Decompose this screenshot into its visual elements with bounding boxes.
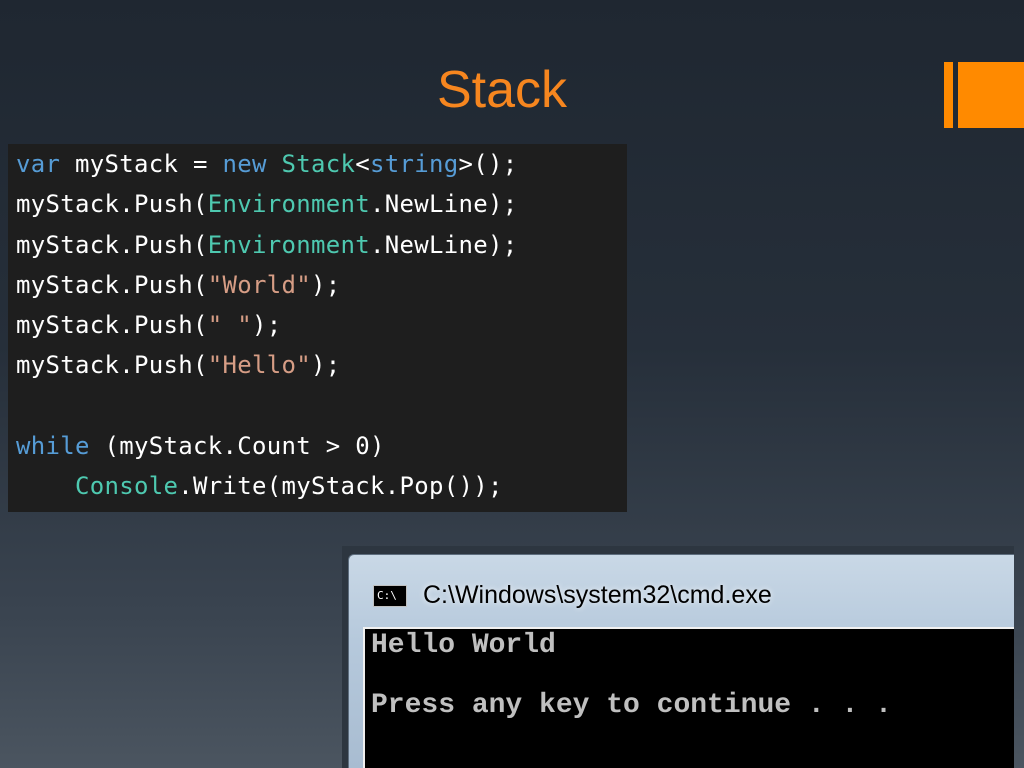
code-line: myStack.Push(Environment.NewLine); <box>16 184 619 224</box>
code-token: ); <box>311 270 341 299</box>
code-token: myStack.Push( <box>16 270 208 299</box>
code-token: " " <box>207 311 252 340</box>
code-line: myStack.Push(" "); <box>16 305 619 345</box>
cmd-window-frame: C:\ C:\Windows\system32\cmd.exe Hello Wo… <box>348 554 1014 768</box>
code-line: myStack.Push(Environment.NewLine); <box>16 225 619 265</box>
code-token: < <box>355 150 370 178</box>
cmd-console-icon: C:\ <box>373 585 407 607</box>
cmd-window-screenshot: C:\ C:\Windows\system32\cmd.exe Hello Wo… <box>342 546 1014 768</box>
console-output-line: Hello World <box>371 630 556 661</box>
code-token: Console <box>75 472 179 501</box>
code-token: ); <box>252 311 282 340</box>
code-token: "Hello" <box>207 351 311 380</box>
code-line: myStack.Push("Hello"); <box>16 345 619 385</box>
code-token: myStack = <box>60 150 223 178</box>
code-line: var myStack = new Stack<string>(); <box>16 144 619 184</box>
slide-title: Stack <box>436 61 568 119</box>
code-token: myStack.Push( <box>16 311 208 340</box>
code-token: while <box>16 432 90 461</box>
code-token: (myStack.Count > 0) <box>89 432 385 461</box>
code-token: Environment <box>207 190 370 219</box>
cmd-icon-label: C:\ <box>377 589 397 602</box>
code-token: myStack.Push( <box>16 190 208 219</box>
cmd-console-output: Hello World Press any key to continue . … <box>363 627 1014 768</box>
code-token: string <box>370 150 459 178</box>
accent-bar-thick <box>958 62 1024 128</box>
code-line: myStack.Push("World"); <box>16 265 619 305</box>
code-token: "World" <box>207 270 311 299</box>
cmd-titlebar: C:\ C:\Windows\system32\cmd.exe <box>349 555 1014 627</box>
code-token: new <box>222 150 267 178</box>
console-output-line: Press any key to continue . . . <box>371 690 892 721</box>
accent-bar-thin <box>944 62 953 128</box>
cmd-window-title: C:\Windows\system32\cmd.exe <box>423 581 772 609</box>
code-token: myStack.Push( <box>16 230 208 259</box>
code-token: .Write(myStack.Pop()); <box>178 472 503 501</box>
code-snippet-panel: var myStack = new Stack<string>(); myStac… <box>8 144 627 512</box>
code-token: myStack.Push( <box>16 351 208 380</box>
code-token: ); <box>311 351 341 380</box>
code-token: Environment <box>207 230 370 259</box>
code-token: var <box>16 150 61 178</box>
code-token: >(); <box>458 150 518 178</box>
code-token: .NewLine); <box>370 190 518 219</box>
code-token: Stack <box>281 150 356 178</box>
code-line: while (myStack.Count > 0) <box>16 426 619 466</box>
code-line: Console.Write(myStack.Pop()); <box>16 466 619 506</box>
code-token: .NewLine); <box>370 230 518 259</box>
